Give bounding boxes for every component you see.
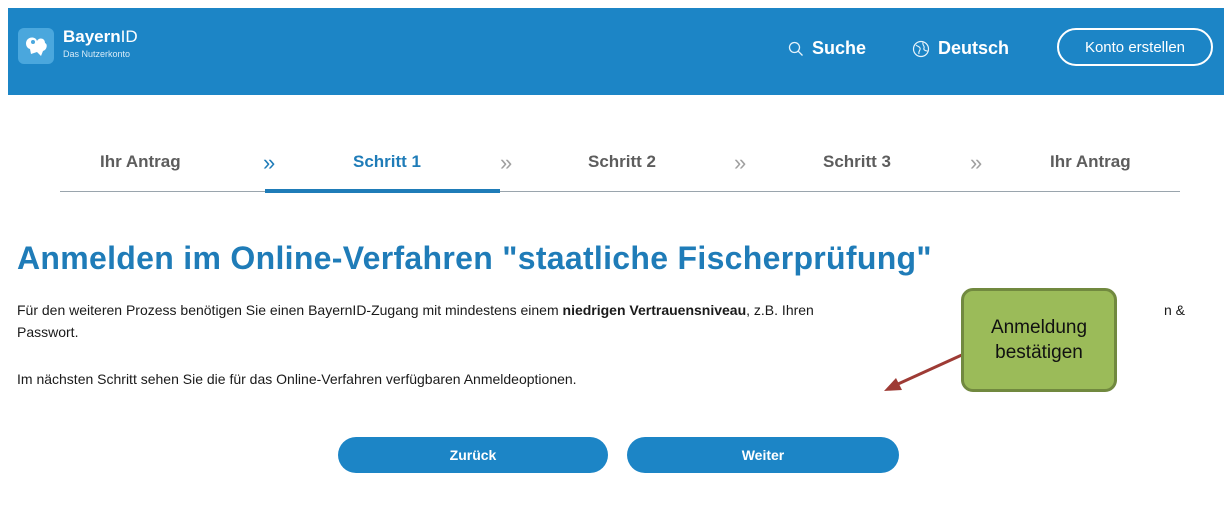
chevron-right-icon: » bbox=[734, 150, 747, 175]
info-text-tail: n & bbox=[1164, 302, 1186, 318]
info-text-mid: , z.B. Ihren bbox=[746, 302, 814, 318]
step-schritt-3: Schritt 3 bbox=[823, 152, 892, 171]
logo-title-bold: Bayern bbox=[63, 27, 121, 46]
trust-level-text: niedrigen Vertrauensniveau bbox=[562, 302, 747, 318]
create-account-button[interactable]: Konto erstellen bbox=[1057, 28, 1213, 66]
next-button[interactable]: Weiter bbox=[627, 437, 899, 473]
language-label: Deutsch bbox=[938, 38, 1010, 58]
callout-line1: Anmeldung bbox=[990, 317, 1088, 338]
chevron-right-icon: » bbox=[263, 150, 276, 175]
globe-icon bbox=[912, 40, 930, 57]
bayernid-logo-icon[interactable] bbox=[18, 28, 54, 64]
language-selector[interactable]: Deutsch bbox=[912, 38, 1009, 59]
search-icon bbox=[788, 41, 803, 56]
logo-subtitle: Das Nutzerkonto bbox=[63, 49, 131, 59]
page-title: Anmelden im Online-Verfahren "staatliche… bbox=[17, 240, 932, 276]
step-ihr-antrag-end: Ihr Antrag bbox=[1050, 152, 1131, 171]
back-button[interactable]: Zurück bbox=[338, 437, 608, 473]
step-schritt-2: Schritt 2 bbox=[588, 152, 657, 171]
callout-line2: bestätigen bbox=[995, 342, 1083, 363]
progress-stepper: Ihr Antrag » Schritt 1 » Schritt 2 » Sch… bbox=[60, 150, 1180, 193]
search-label: Suche bbox=[812, 38, 867, 58]
active-step-indicator bbox=[265, 189, 500, 193]
logo-title-light: ID bbox=[120, 27, 138, 46]
step-schritt-1: Schritt 1 bbox=[353, 152, 422, 171]
next-step-paragraph: Im nächsten Schritt sehen Sie die für da… bbox=[17, 371, 577, 387]
top-header: BayernID Das Nutzerkonto Suche Deutsch K… bbox=[8, 8, 1224, 95]
chevron-right-icon: » bbox=[970, 150, 983, 175]
step-ihr-antrag-start: Ihr Antrag bbox=[100, 152, 181, 171]
logo-title[interactable]: BayernID bbox=[63, 27, 138, 47]
info-text-start: Für den weiteren Prozess benötigen Sie e… bbox=[17, 302, 563, 318]
chevron-right-icon: » bbox=[500, 150, 513, 175]
search-link[interactable]: Suche bbox=[788, 38, 866, 59]
info-text-line2: Passwort. bbox=[17, 324, 79, 340]
annotation-callout: Anmeldung bestätigen bbox=[961, 288, 1117, 392]
